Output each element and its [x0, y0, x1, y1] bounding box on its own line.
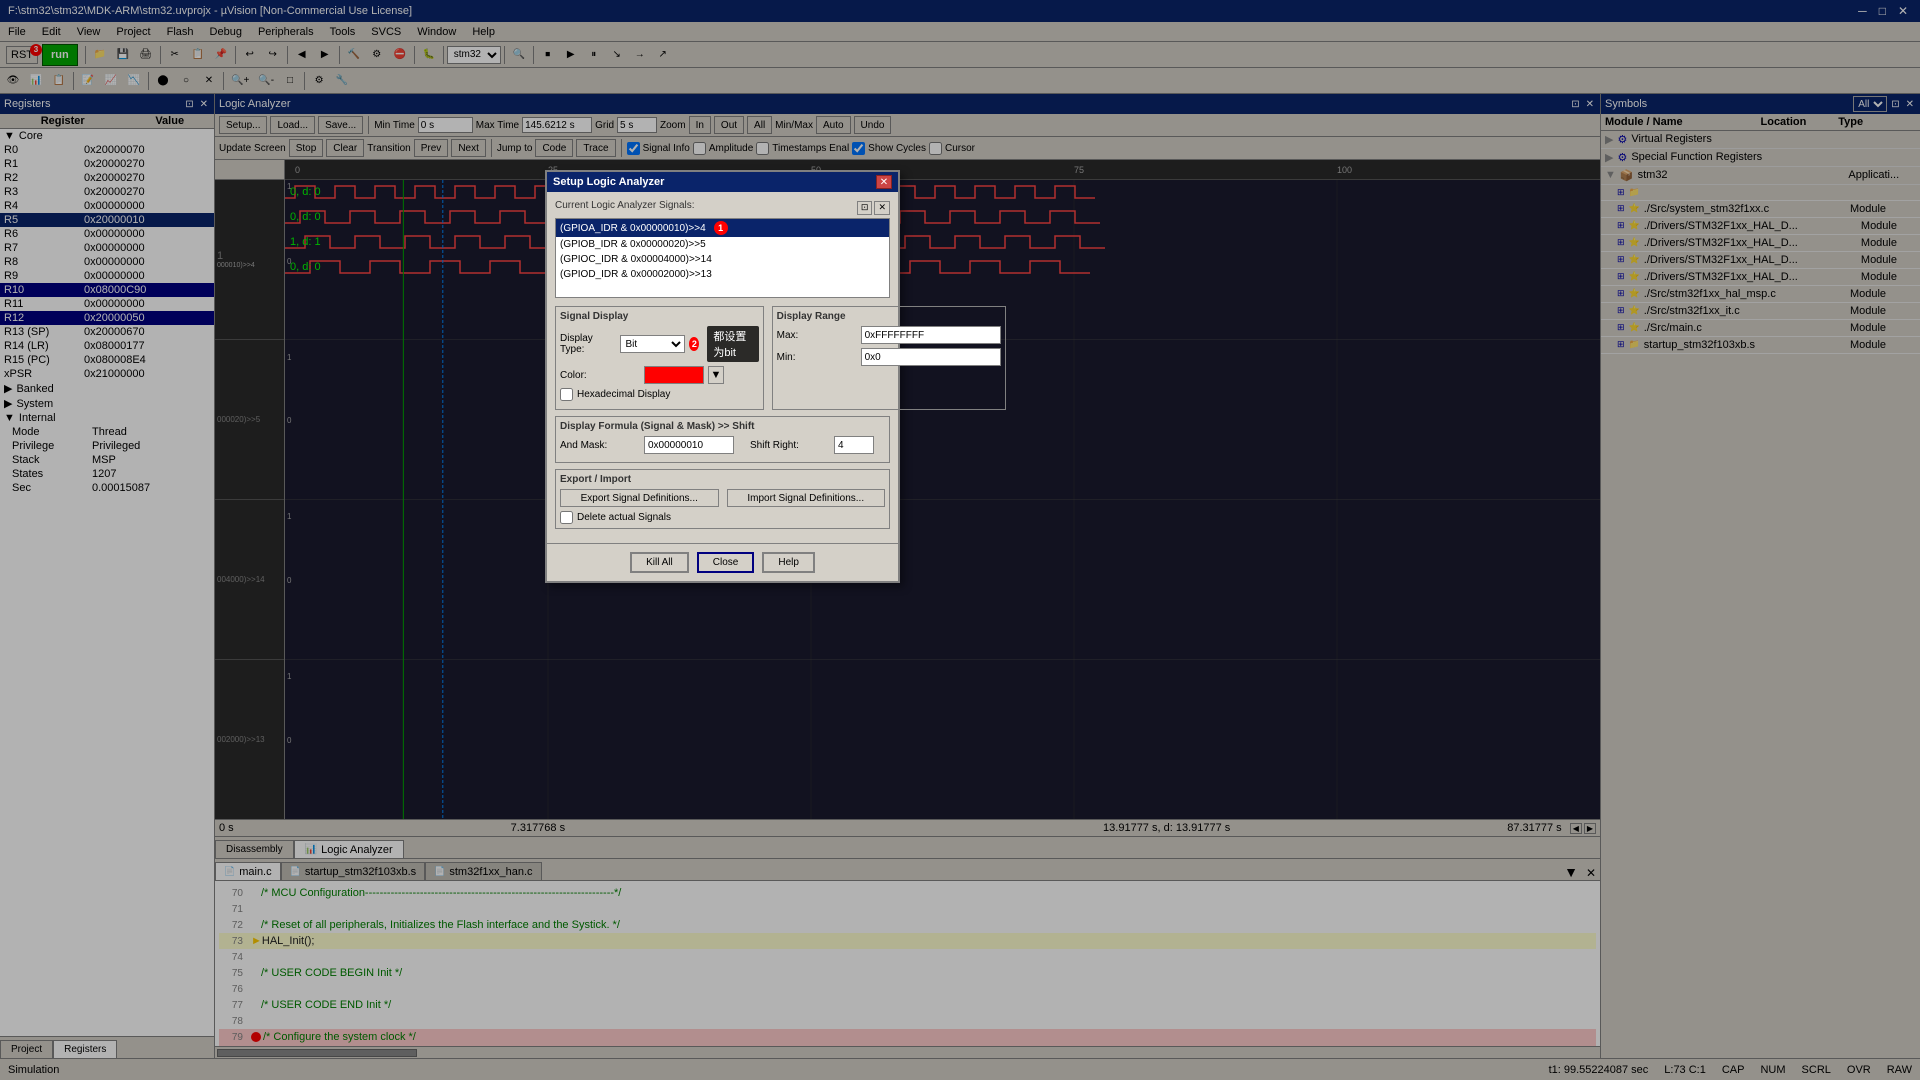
display-type-badge: 2 [689, 337, 699, 351]
display-type-select[interactable]: Bit Unsigned Signed [620, 335, 685, 353]
max-row: Max: [777, 326, 1001, 344]
signal-close-btn[interactable]: ✕ [874, 201, 890, 215]
dialog-close-btn[interactable]: ✕ [876, 175, 892, 189]
hex-display-label: Hexadecimal Display [577, 389, 670, 400]
signal-expand-btn[interactable]: ⊡ [857, 201, 873, 215]
hex-display-check[interactable] [560, 388, 573, 401]
signals-header: Current Logic Analyzer Signals: ⊡ ✕ [555, 200, 890, 215]
delete-actual-check[interactable] [560, 511, 573, 524]
kill-all-btn[interactable]: Kill All [630, 552, 689, 573]
dialog-buttons: Kill All Close Help [547, 543, 898, 581]
display-type-label: Display Type: [560, 333, 616, 355]
signal-list-buttons: ⊡ ✕ [857, 201, 890, 215]
formula-section: Display Formula (Signal & Mask) >> Shift… [555, 416, 890, 463]
shiftright-row: Shift Right: [750, 436, 874, 454]
export-import-btns: Export Signal Definitions... Import Sign… [560, 489, 885, 507]
dialog-body: Current Logic Analyzer Signals: ⊡ ✕ (GPI… [547, 192, 898, 543]
display-range-title: Display Range [777, 311, 1001, 322]
min-label: Min: [777, 352, 857, 363]
signal-list-item[interactable]: (GPIOD_IDR & 0x00002000)>>13 [556, 267, 889, 282]
max-input[interactable] [861, 326, 1001, 344]
signal-list-item[interactable]: (GPIOC_IDR & 0x00004000)>>14 [556, 252, 889, 267]
delete-actual-label: Delete actual Signals [577, 512, 671, 523]
shiftright-input[interactable] [834, 436, 874, 454]
dialog-overlay: Setup Logic Analyzer ✕ Current Logic Ana… [0, 0, 1920, 1080]
display-type-row: Display Type: Bit Unsigned Signed 2 都设置为… [560, 326, 759, 362]
formula-inputs: And Mask: Shift Right: [560, 436, 885, 458]
current-signals-label: Current Logic Analyzer Signals: [555, 200, 695, 211]
andmask-input[interactable] [644, 436, 734, 454]
shiftright-label: Shift Right: [750, 440, 830, 451]
signal-list-item[interactable]: (GPIOA_IDR & 0x00000010)>>41 [556, 219, 889, 237]
delete-actual-row: Delete actual Signals [560, 511, 885, 524]
hex-display-row: Hexadecimal Display [560, 388, 759, 401]
color-picker[interactable] [644, 366, 704, 384]
signal-badge: 1 [714, 221, 728, 235]
color-dropdown[interactable]: ▼ [708, 366, 724, 384]
andmask-label: And Mask: [560, 440, 640, 451]
signal-display-box: Signal Display Display Type: Bit Unsigne… [555, 306, 764, 410]
export-import-title: Export / Import [560, 474, 885, 485]
export-import-section: Export / Import Export Signal Definition… [555, 469, 890, 529]
help-btn[interactable]: Help [762, 552, 815, 573]
color-label: Color: [560, 370, 640, 381]
import-signals-btn[interactable]: Import Signal Definitions... [727, 489, 886, 507]
display-range-box: Display Range Max: Min: [772, 306, 1006, 410]
signal-display-section: Signal Display Display Type: Bit Unsigne… [555, 306, 890, 410]
dialog-close-button[interactable]: Close [697, 552, 755, 573]
setup-logic-analyzer-dialog: Setup Logic Analyzer ✕ Current Logic Ana… [545, 170, 900, 583]
formula-title: Display Formula (Signal & Mask) >> Shift [560, 421, 885, 432]
signal-list: (GPIOA_IDR & 0x00000010)>>41(GPIOB_IDR &… [555, 218, 890, 298]
max-label: Max: [777, 330, 857, 341]
export-signals-btn[interactable]: Export Signal Definitions... [560, 489, 719, 507]
color-row: Color: ▼ [560, 366, 759, 384]
andmask-row: And Mask: [560, 436, 734, 454]
dialog-title-bar: Setup Logic Analyzer ✕ [547, 172, 898, 192]
tooltip-bit: 都设置为bit [707, 326, 758, 362]
dialog-title-label: Setup Logic Analyzer [553, 176, 664, 188]
signal-display-title: Signal Display [560, 311, 759, 322]
signal-list-item[interactable]: (GPIOB_IDR & 0x00000020)>>5 [556, 237, 889, 252]
min-row: Min: [777, 348, 1001, 366]
min-input[interactable] [861, 348, 1001, 366]
tooltip-text: 都设置为bit [713, 331, 746, 359]
